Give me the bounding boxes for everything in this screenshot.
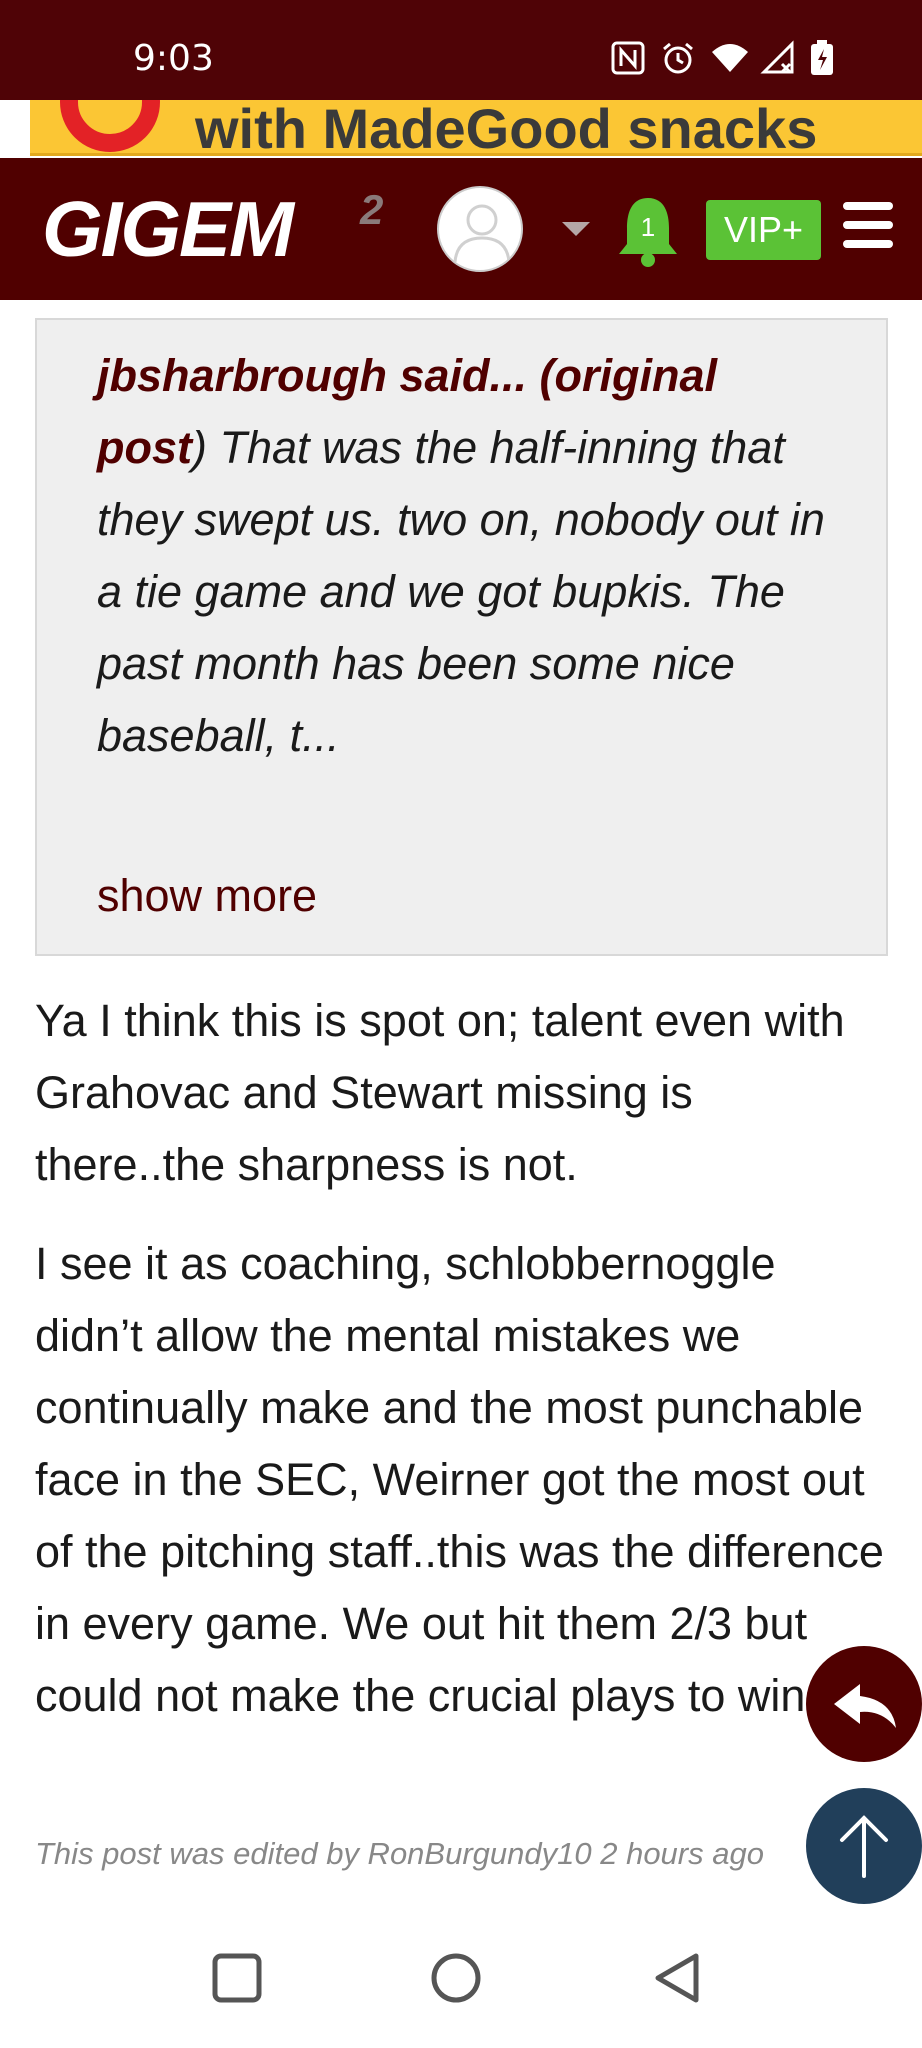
status-bar: 9:03 [0,0,922,100]
alarm-icon [660,40,696,76]
user-icon [453,204,511,263]
status-time: 9:03 [133,38,214,79]
show-more-link[interactable]: show more [97,870,317,922]
chevron-down-icon[interactable] [562,222,590,236]
home-button[interactable] [426,1948,486,2008]
scroll-top-button[interactable] [806,1788,922,1904]
ad-banner[interactable]: with MadeGood snacks [30,100,922,156]
nfc-icon [610,40,646,76]
recents-button[interactable] [207,1948,267,2008]
site-logo[interactable]: GIGEM [42,184,294,275]
arrow-up-icon [840,1815,888,1878]
ad-text: with MadeGood snacks [195,100,818,156]
battery-icon [810,40,846,76]
ad-strip: with MadeGood snacks [0,100,922,158]
quote-body: jbsharbrough said... (original post) Tha… [97,340,837,772]
ad-logo-icon [60,100,160,152]
home-icon [431,1953,481,2003]
avatar[interactable] [437,186,523,272]
notification-bell[interactable]: 1 [617,194,679,268]
site-header: GIGEM 2 1 VIP+ [0,158,922,300]
system-nav-bar [0,1920,922,2048]
signal-icon [760,40,796,76]
post-paragraph: I see it as coaching, schlobbernoggle di… [35,1238,884,1721]
wifi-icon [710,40,748,76]
quote-text: ) That was the half-inning that they swe… [97,422,825,761]
edit-note: This post was edited by RonBurgundy10 2 … [35,1836,764,1871]
back-button[interactable] [648,1948,708,2008]
recents-icon [212,1953,262,2003]
site-logo-superscript: 2 [360,186,384,233]
reply-button[interactable] [806,1646,922,1762]
notification-count: 1 [640,212,656,242]
status-icons [610,40,846,76]
back-icon [655,1953,699,2003]
menu-icon[interactable] [843,202,893,248]
reply-icon [834,1684,896,1728]
vip-button[interactable]: VIP+ [706,200,821,260]
quote-block: jbsharbrough said... (original post) Tha… [35,318,888,956]
post-paragraph: Ya I think this is spot on; talent even … [35,995,845,1190]
